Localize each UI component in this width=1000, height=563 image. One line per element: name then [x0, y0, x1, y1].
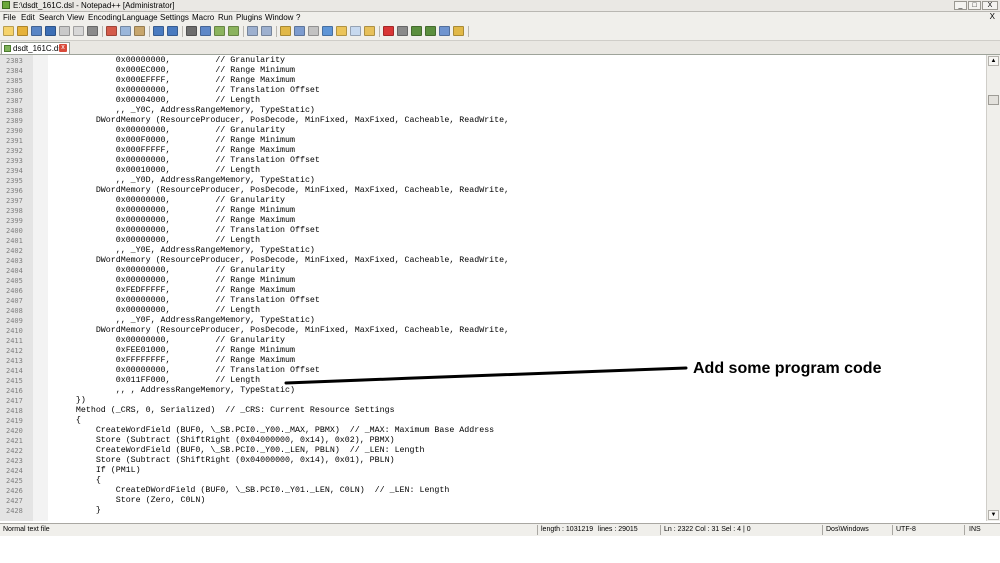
status-insert-mode: INS [969, 526, 981, 533]
status-bar: Normal text file length : 1031219 lines … [0, 523, 1000, 536]
status-divider [537, 525, 538, 535]
status-divider [660, 525, 661, 535]
status-divider [822, 525, 823, 535]
status-divider [892, 525, 893, 535]
status-lines: lines : 29015 [598, 526, 638, 533]
annotation-text: Add some program code [693, 360, 882, 377]
status-eol: Dos\Windows [826, 526, 869, 533]
status-divider [964, 525, 965, 535]
status-length: length : 1031219 [541, 526, 594, 533]
status-encoding: UTF-8 [896, 526, 916, 533]
status-position: Ln : 2322 Col : 31 Sel : 4 | 0 [664, 526, 751, 533]
status-file-type: Normal text file [3, 526, 50, 533]
annotation-arrow-line [284, 366, 688, 385]
